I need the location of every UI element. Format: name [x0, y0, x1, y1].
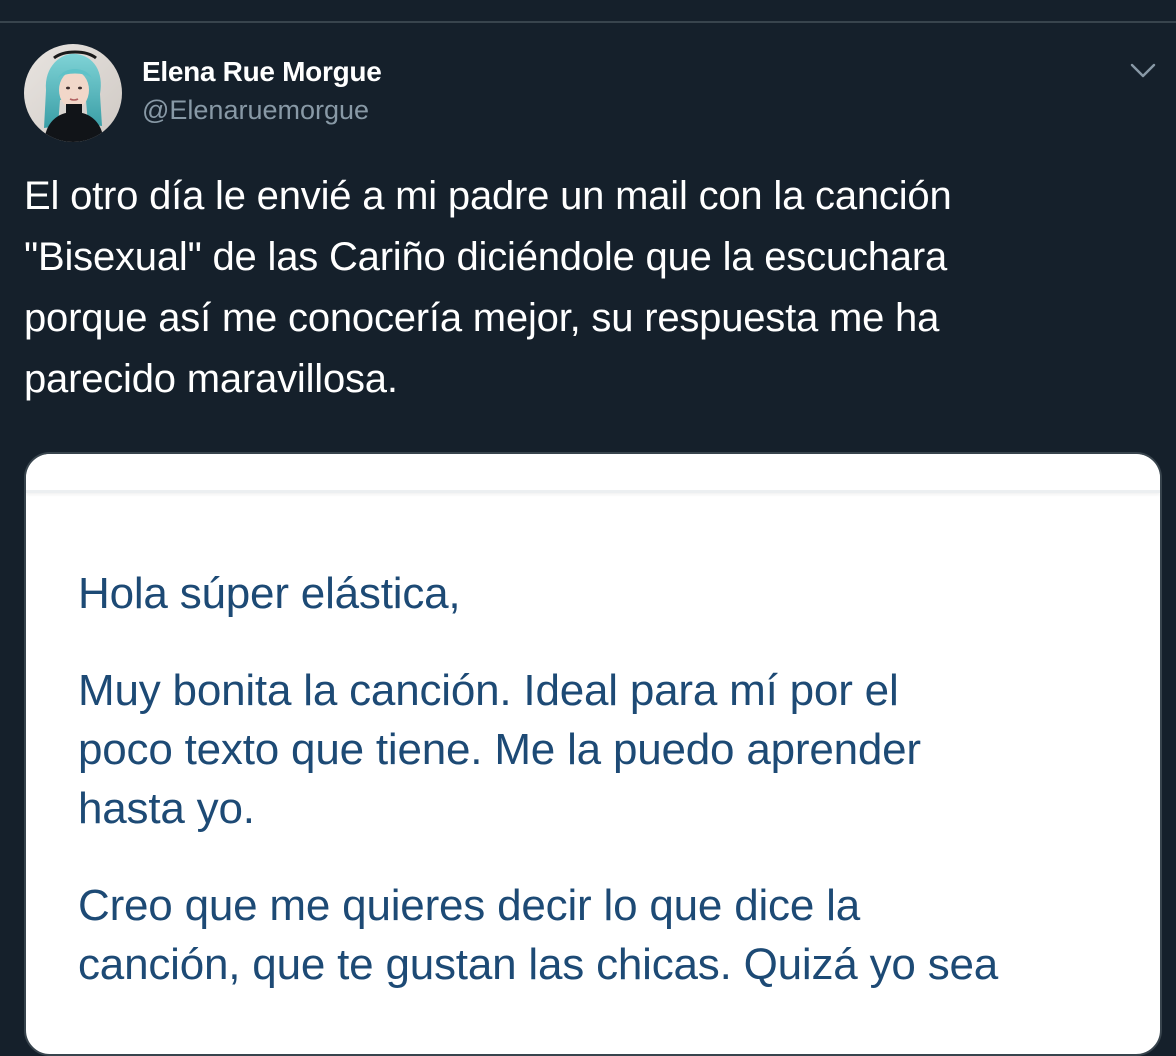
- chevron-down-icon: [1130, 63, 1156, 78]
- tweet-media-image[interactable]: Hola súper elástica, Muy bonita la canci…: [24, 452, 1162, 1056]
- email-line: hasta yo.: [78, 784, 255, 833]
- email-line: canción, que te gustan las chicas. Quizá…: [78, 940, 999, 989]
- tweet-text-line: "Bisexual" de las Cariño diciéndole que …: [24, 235, 947, 279]
- tweet-text: El otro día le envié a mi padre un mail …: [24, 166, 1144, 410]
- author-display-name[interactable]: Elena Rue Morgue: [142, 56, 382, 88]
- email-line: Muy bonita la canción. Ideal para mí por…: [78, 666, 899, 715]
- tweet-text-line: parecido maravillosa.: [24, 357, 398, 401]
- email-paragraph: Creo que me quieres decir lo que dice la…: [78, 876, 998, 994]
- top-divider: [0, 21, 1176, 23]
- email-line: poco texto que tiene. Me la puedo aprend…: [78, 725, 921, 774]
- screenshot-top-bar: [26, 454, 1160, 493]
- email-screenshot-text: Hola súper elástica, Muy bonita la canci…: [78, 564, 998, 1032]
- email-line: Creo que me quieres decir lo que dice la: [78, 881, 861, 930]
- email-paragraph: Muy bonita la canción. Ideal para mí por…: [78, 661, 998, 838]
- tweet-text-line: porque así me conocería mejor, su respue…: [24, 296, 940, 340]
- user-avatar-icon: [24, 44, 122, 142]
- email-line: Hola súper elástica,: [78, 569, 461, 618]
- author-avatar[interactable]: [24, 44, 122, 142]
- author-handle[interactable]: @Elenaruemorgue: [142, 95, 369, 126]
- email-paragraph: Hola súper elástica,: [78, 564, 998, 623]
- tweet-menu-button[interactable]: [1128, 58, 1158, 84]
- tweet-text-line: El otro día le envié a mi padre un mail …: [24, 174, 952, 218]
